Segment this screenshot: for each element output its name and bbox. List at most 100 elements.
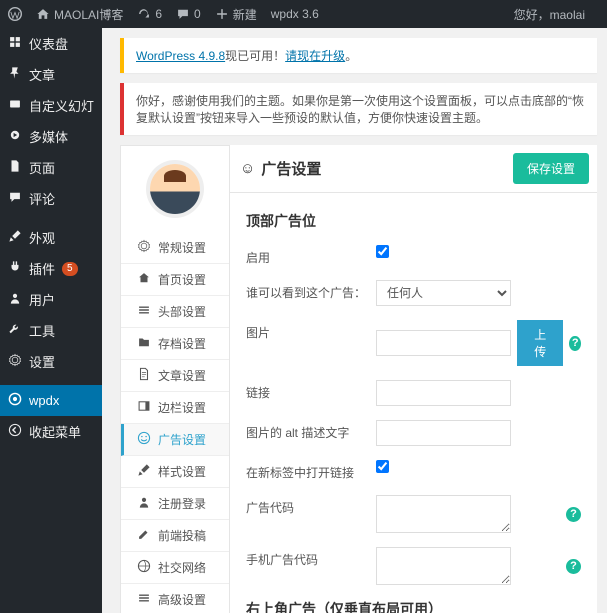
image-top-input[interactable] — [376, 330, 511, 356]
plug-icon — [8, 260, 22, 277]
upgrade-link[interactable]: 请现在升级 — [285, 49, 345, 63]
smile-icon: ☺ — [240, 160, 255, 177]
theme-icon — [8, 392, 22, 409]
menu-settings[interactable]: 设置 — [0, 346, 102, 377]
label-enable-top: 启用 — [246, 245, 376, 266]
settings-sidebar: 常规设置首页设置头部设置存档设置文章设置边栏设置广告设置样式设置注册登录前端投稿… — [120, 145, 230, 613]
gear-icon — [137, 239, 151, 256]
upload-top-button[interactable]: 上传 — [517, 320, 563, 366]
section-right-title: 右上角广告（仅垂直布局可用） — [246, 599, 581, 613]
user-icon — [137, 495, 151, 512]
collapse-icon — [8, 423, 22, 440]
comment-icon — [176, 7, 190, 21]
pencil-icon — [137, 527, 151, 544]
tab-style[interactable]: 样式设置 — [121, 456, 229, 488]
label-code-top: 广告代码 — [246, 495, 376, 516]
help-icon[interactable]: ? — [569, 336, 581, 351]
update-notice: WordPress 4.9.8现已可用！请现在升级。 — [120, 38, 597, 73]
avatar — [150, 164, 200, 214]
wp-logo[interactable] — [8, 7, 22, 21]
site-name[interactable]: MAOLAI博客 — [36, 6, 123, 23]
code-top-textarea[interactable] — [376, 495, 511, 533]
folder-icon — [137, 335, 151, 352]
settings-main: ☺广告设置 保存设置 顶部广告位 启用 谁可以看到这个广告：任何人 图片上传? … — [230, 145, 597, 613]
side-icon — [137, 399, 151, 416]
admin-bar: MAOLAI博客 6 0 新建 wpdx 3.6 您好，maolai — [0, 0, 607, 28]
pin-icon — [8, 66, 22, 83]
content-area: WordPress 4.9.8现已可用！请现在升级。 你好，感谢使用我们的主题。… — [102, 28, 607, 613]
media-icon — [8, 128, 22, 145]
tab-social[interactable]: 社交网络 — [121, 552, 229, 584]
gear-icon — [8, 353, 22, 370]
comment-icon — [8, 190, 22, 207]
menu-slider[interactable]: 自定义幻灯 — [0, 90, 102, 121]
panel-header: ☺广告设置 保存设置 — [229, 145, 597, 193]
menu-collapse[interactable]: 收起菜单 — [0, 416, 102, 447]
tab-archive[interactable]: 存档设置 — [121, 328, 229, 360]
label-who-top: 谁可以看到这个广告： — [246, 280, 376, 301]
who-top-select[interactable]: 任何人 — [376, 280, 511, 306]
badge: 5 — [62, 262, 78, 276]
menu-media[interactable]: 多媒体 — [0, 121, 102, 152]
label-newtab-top: 在新标签中打开链接 — [246, 460, 376, 481]
tab-submit[interactable]: 前端投稿 — [121, 520, 229, 552]
user-icon — [8, 291, 22, 308]
tab-general[interactable]: 常规设置 — [121, 232, 229, 264]
help-icon[interactable]: ? — [566, 507, 581, 522]
menu-pages[interactable]: 页面 — [0, 152, 102, 183]
label-alt-top: 图片的 alt 描述文字 — [246, 420, 376, 441]
menu-users[interactable]: 用户 — [0, 284, 102, 315]
user-greeting[interactable]: 您好，maolai — [514, 6, 585, 23]
menu-wpdx[interactable]: wpdx — [0, 385, 102, 416]
menu-comments[interactable]: 评论 — [0, 183, 102, 214]
home-icon — [137, 271, 151, 288]
label-link-top: 链接 — [246, 380, 376, 401]
tab-header[interactable]: 头部设置 — [121, 296, 229, 328]
menu-dashboard[interactable]: 仪表盘 — [0, 28, 102, 59]
tab-post[interactable]: 文章设置 — [121, 360, 229, 392]
welcome-icon — [8, 97, 22, 114]
brush-icon — [8, 229, 22, 246]
globe-icon — [137, 559, 151, 576]
plus-icon — [215, 7, 229, 21]
mobile-code-top-textarea[interactable] — [376, 547, 511, 585]
admin-menu: 仪表盘文章自定义幻灯多媒体页面评论外观插件5用户工具设置 wpdx收起菜单 — [0, 28, 102, 613]
doc-icon — [137, 367, 151, 384]
panel-title: ☺广告设置 — [240, 158, 513, 179]
label-mobile-code-top: 手机广告代码 — [246, 547, 376, 568]
menu-plugins[interactable]: 插件5 — [0, 253, 102, 284]
link-top-input[interactable] — [376, 380, 511, 406]
comments-indicator[interactable]: 0 — [176, 7, 201, 21]
brush-icon — [137, 463, 151, 480]
page-icon — [8, 159, 22, 176]
home-icon — [36, 7, 50, 21]
tab-sidebar[interactable]: 边栏设置 — [121, 392, 229, 424]
help-icon[interactable]: ? — [566, 559, 581, 574]
theme-notice: 你好，感谢使用我们的主题。如果你是第一次使用这个设置面板，可以点击底部的“恢复默… — [120, 83, 597, 135]
menu-posts[interactable]: 文章 — [0, 59, 102, 90]
wpdx-version[interactable]: wpdx 3.6 — [271, 7, 319, 21]
tab-advanced[interactable]: 高级设置 — [121, 584, 229, 613]
wp-version-link[interactable]: WordPress 4.9.8 — [136, 49, 225, 63]
label-image-top: 图片 — [246, 320, 376, 341]
section-top-title: 顶部广告位 — [246, 211, 581, 231]
newtab-top-checkbox[interactable] — [376, 460, 389, 473]
updates-indicator[interactable]: 6 — [137, 7, 162, 21]
site-title: MAOLAI博客 — [54, 6, 123, 23]
tab-login[interactable]: 注册登录 — [121, 488, 229, 520]
tab-ads[interactable]: 广告设置 — [121, 424, 229, 456]
settings-tabs: 常规设置首页设置头部设置存档设置文章设置边栏设置广告设置样式设置注册登录前端投稿… — [121, 232, 229, 613]
menu-appearance[interactable]: 外观 — [0, 222, 102, 253]
list-icon — [137, 303, 151, 320]
tab-home[interactable]: 首页设置 — [121, 264, 229, 296]
enable-top-checkbox[interactable] — [376, 245, 389, 258]
refresh-icon — [137, 7, 151, 21]
new-content[interactable]: 新建 — [215, 6, 257, 23]
alt-top-input[interactable] — [376, 420, 511, 446]
menu-icon — [137, 591, 151, 608]
save-button[interactable]: 保存设置 — [513, 153, 589, 184]
tool-icon — [8, 322, 22, 339]
smile-icon — [137, 431, 151, 448]
dash-icon — [8, 35, 22, 52]
menu-tools[interactable]: 工具 — [0, 315, 102, 346]
